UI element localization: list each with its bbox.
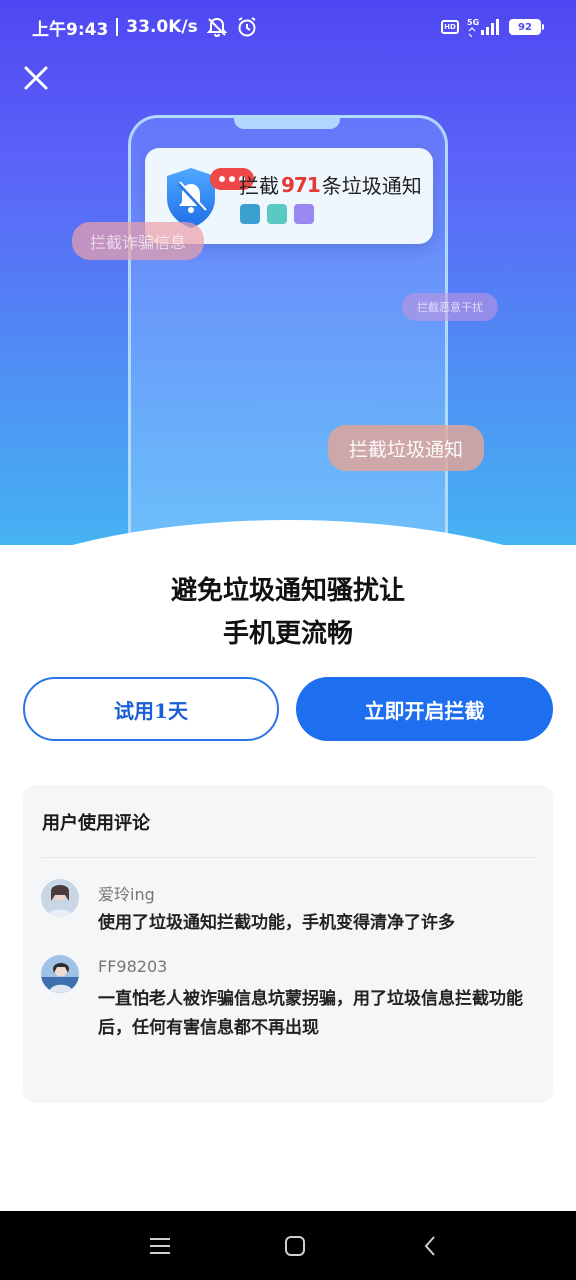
signal-icon: 5G (467, 17, 501, 37)
hero-curve (0, 520, 576, 545)
headline: 避免垃圾通知骚扰让 手机更流畅 (0, 570, 576, 656)
review-username: FF98203 (98, 957, 168, 976)
back-icon (424, 1235, 435, 1256)
tag-spam: 拦截垃圾通知 (328, 425, 484, 471)
enable-block-button[interactable]: 立即开启拦截 (296, 677, 553, 741)
tag-fraud: 拦截诈骗信息 (72, 222, 204, 260)
battery-level: 92 (509, 19, 541, 35)
reviews-divider (41, 857, 537, 858)
status-time: 上午9:43 (32, 19, 109, 40)
hd-badge: HD (441, 20, 459, 34)
status-divider (116, 18, 119, 36)
review-text: 使用了垃圾通知拦截功能，手机变得清净了许多 (98, 913, 455, 933)
nav-menu-button[interactable] (146, 1232, 174, 1260)
notification-app-squares (240, 204, 314, 224)
bell-muted-icon (206, 16, 228, 38)
phone-notch (234, 115, 340, 129)
home-icon (285, 1235, 305, 1256)
screen: 拦截 971 条垃圾通知 拦截诈骗信息 拦截恶意干扰 拦截垃圾通知 上午9:43… (0, 0, 576, 1280)
reviews-panel: 用户使用评论 爱玲ing 使用了垃圾通知拦截功能，手机变得清净了许多 FF982… (23, 785, 553, 1103)
notification-suffix: 条垃圾通知 (321, 174, 422, 198)
app-square (294, 204, 314, 224)
notification-count: 971 (281, 172, 321, 197)
status-speed: 33.0K/s (126, 17, 198, 37)
hero-banner: 拦截 971 条垃圾通知 拦截诈骗信息 拦截恶意干扰 拦截垃圾通知 上午9:43… (0, 0, 576, 545)
avatar (41, 879, 79, 917)
close-button[interactable] (18, 60, 54, 96)
battery-icon: 92 (509, 19, 544, 35)
nav-back-button[interactable] (416, 1232, 444, 1260)
trial-button[interactable]: 试用1天 (23, 677, 279, 741)
reviews-title: 用户使用评论 (42, 813, 150, 834)
close-icon (24, 66, 48, 90)
nav-home-button[interactable] (281, 1232, 309, 1260)
app-square (267, 204, 287, 224)
notification-text: 拦截 971 条垃圾通知 (239, 170, 422, 199)
shield-bell-icon (163, 164, 254, 230)
app-square (240, 204, 260, 224)
review-username: 爱玲ing (98, 885, 155, 904)
review-text: 一直怕老人被诈骗信息坑蒙拐骗，用了垃圾信息拦截功能后，任何有害信息都不再出现 (98, 989, 523, 1038)
alarm-icon (236, 16, 258, 38)
avatar (41, 955, 79, 993)
notification-prefix: 拦截 (239, 174, 279, 198)
system-nav-bar (0, 1211, 576, 1280)
menu-icon (150, 1237, 170, 1254)
svg-text:5G: 5G (467, 18, 479, 27)
tag-harass: 拦截恶意干扰 (402, 293, 498, 321)
headline-line-1: 避免垃圾通知骚扰让 (170, 576, 405, 606)
status-bar: 上午9:43 33.0K/s HD 5G 92 (0, 0, 576, 54)
headline-line-2: 手机更流畅 (222, 619, 353, 649)
